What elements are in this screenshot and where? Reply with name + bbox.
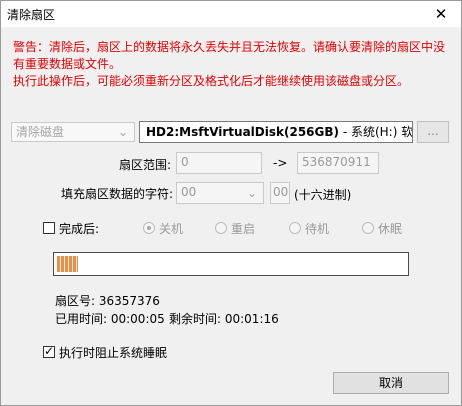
radio-hibernate-label: 休眠 [378, 222, 403, 236]
cancel-button[interactable]: 取消 [333, 372, 449, 394]
after-complete-checkbox[interactable] [43, 222, 55, 234]
warning-line-1: 警告：清除后，扇区上的数据将永久丢失并且无法恢复。请确认要清除的扇区中没 [13, 40, 446, 54]
warning-line-2: 有重要数据或文件。 [13, 57, 122, 71]
sector-range-label: 扇区范围: [119, 158, 172, 172]
sector-number: 扇区号: 36357376 [55, 294, 160, 308]
sector-start-input[interactable]: 0 [176, 152, 262, 174]
mode-select-value: 清除磁盘 [16, 125, 65, 139]
radio-shutdown-label: 关机 [159, 222, 184, 236]
radio-shutdown[interactable] [143, 222, 155, 234]
hex-note: (十六进制) [294, 188, 352, 202]
warning-text: 警告：清除后，扇区上的数据将永久丢失并且无法恢复。请确认要清除的扇区中没 有重要… [13, 39, 451, 90]
window-title: 清除扇区 [7, 8, 56, 22]
warning-line-3: 执行此操作后，可能必须重新分区及格式化后才能继续使用该磁盘或分区。 [13, 74, 410, 88]
title-bar: 清除扇区 ✕ [1, 1, 461, 27]
disk-name: HD2:MsftVirtualDisk(256GB) [146, 125, 340, 139]
radio-restart-label: 重启 [231, 222, 256, 236]
radio-hibernate[interactable] [362, 222, 374, 234]
mode-select[interactable]: 清除磁盘 ⌄ [11, 122, 135, 142]
remaining-time: 剩余时间: 00:01:16 [169, 312, 279, 326]
disk-field[interactable]: HD2:MsftVirtualDisk(256GB) - 系统(H:) 软件( [139, 121, 413, 143]
range-arrow: -> [273, 156, 288, 170]
radio-restart[interactable] [215, 222, 227, 234]
progress-bar [53, 252, 409, 276]
after-complete-label: 完成后: [59, 222, 100, 236]
fill-char-label: 填充扇区数据的字符: [61, 187, 174, 201]
sector-end-input[interactable]: 536870911 [297, 152, 379, 174]
clear-sectors-dialog: 清除扇区 ✕ 警告：清除后，扇区上的数据将永久丢失并且无法恢复。请确认要清除的扇… [0, 0, 462, 406]
fill-hex-input[interactable]: 00 [270, 182, 290, 204]
radio-standby-label: 待机 [305, 222, 330, 236]
prevent-sleep-label: 执行时阻止系统睡眠 [59, 346, 168, 360]
disk-detail: - 系统(H:) 软件( [342, 125, 413, 139]
fill-char-combo-value: 00 [181, 185, 197, 199]
elapsed-time: 已用时间: 00:00:05 [55, 312, 165, 326]
progress-fill [57, 256, 78, 272]
prevent-sleep-checkbox[interactable] [43, 344, 55, 358]
fill-char-combo[interactable]: 00 ⌄ [176, 182, 264, 204]
chevron-down-icon: ⌄ [117, 125, 128, 139]
close-icon[interactable]: ✕ [421, 1, 461, 27]
radio-standby[interactable] [289, 222, 301, 234]
browse-button[interactable]: ... [417, 121, 449, 143]
chevron-down-icon: ⌄ [246, 186, 257, 200]
